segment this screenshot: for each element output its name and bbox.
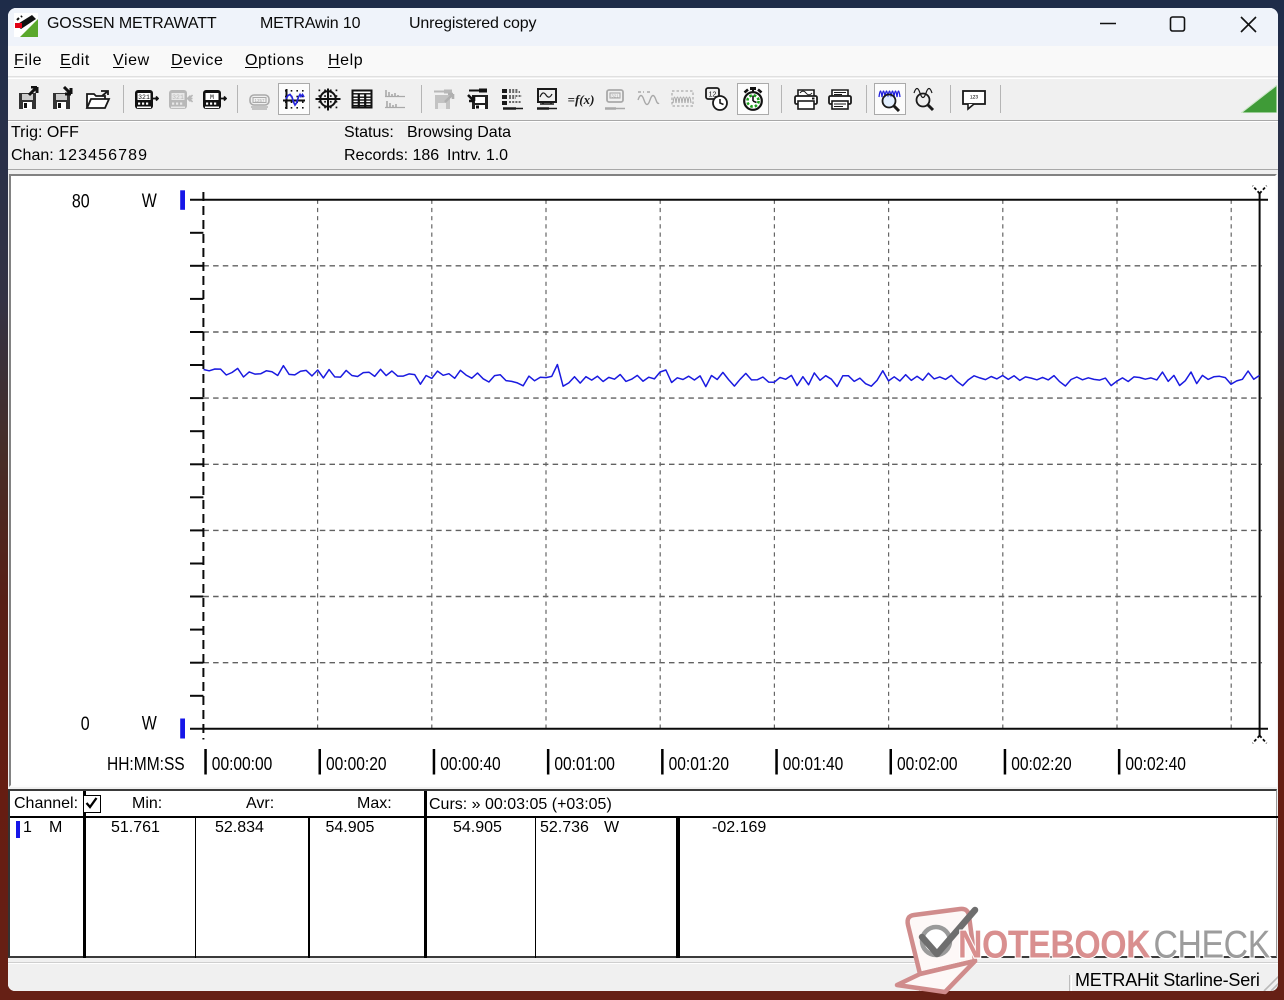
svg-text:0: 0 [81,712,90,734]
svg-text:00:01:20: 00:01:20 [669,754,729,775]
svg-text:00:00:40: 00:00:40 [440,754,500,775]
svg-text:CHECK: CHECK [1154,922,1271,966]
svg-text:00:00:20: 00:00:20 [326,754,386,775]
svg-text:W: W [142,712,157,734]
svg-text:HH:MM:SS: HH:MM:SS [107,754,185,775]
svg-text:00:01:40: 00:01:40 [783,754,843,775]
svg-text:80: 80 [72,190,90,212]
svg-text:00:02:40: 00:02:40 [1125,754,1185,775]
svg-text:00:01:00: 00:01:00 [554,754,614,775]
svg-text:NOTEBOOK: NOTEBOOK [958,922,1150,966]
svg-text:00:02:00: 00:02:00 [897,754,957,775]
svg-text:W: W [142,189,157,211]
svg-text:00:02:20: 00:02:20 [1011,754,1071,775]
svg-text:00:00:00: 00:00:00 [212,754,272,775]
